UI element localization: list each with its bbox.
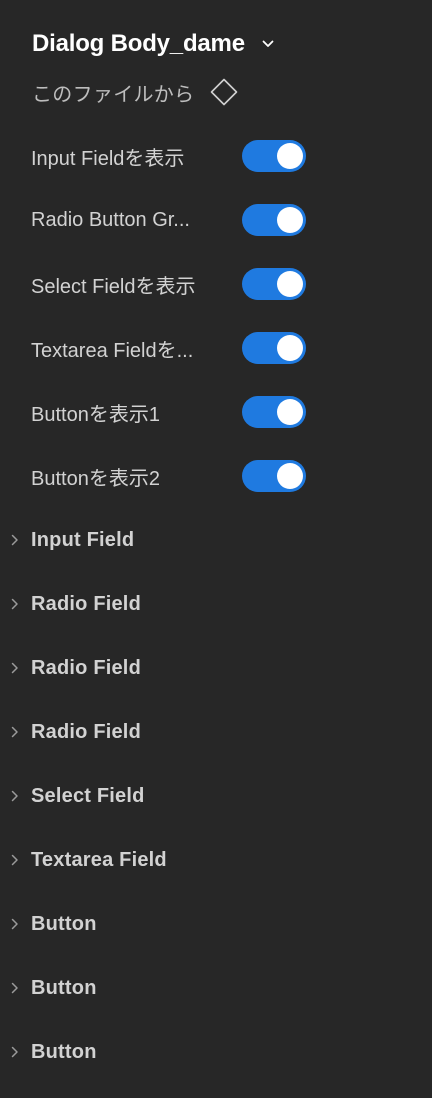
property-toggle[interactable] [242, 268, 306, 300]
property-toggle[interactable] [242, 396, 306, 428]
layer-label: Radio Field [31, 656, 141, 679]
toggle-knob [277, 335, 303, 361]
property-row: Radio Button Gr... [31, 204, 321, 236]
component-title[interactable]: Dialog Body_dame [32, 30, 245, 58]
layer-label: Button [31, 1040, 97, 1063]
chevron-right-icon[interactable] [8, 916, 22, 932]
layer-row-radio-field[interactable]: Radio Field [0, 586, 432, 622]
property-toggle[interactable] [242, 140, 306, 172]
layer-row-button[interactable]: Button [0, 970, 432, 1006]
component-source-row: このファイルから [32, 76, 240, 108]
property-label: Radio Button Gr... [31, 208, 190, 231]
layer-label: Textarea Field [31, 848, 167, 871]
property-label: Textarea Fieldを... [31, 339, 194, 362]
layer-row-radio-field[interactable]: Radio Field [0, 714, 432, 750]
layer-label: Button [31, 976, 97, 999]
chevron-right-icon[interactable] [8, 1044, 22, 1060]
chevron-right-icon[interactable] [8, 788, 22, 804]
layer-label: Radio Field [31, 592, 141, 615]
chevron-right-icon[interactable] [8, 596, 22, 612]
component-properties-panel: Dialog Body_dame このファイルから Input Fieldを表示… [0, 0, 432, 1098]
toggle-knob [277, 143, 303, 169]
property-label: Input Fieldを表示 [31, 147, 185, 170]
layer-row-input-field[interactable]: Input Field [0, 522, 432, 558]
toggle-knob [277, 207, 303, 233]
layer-row-textarea-field[interactable]: Textarea Field [0, 842, 432, 878]
chevron-right-icon[interactable] [8, 852, 22, 868]
layer-row-button[interactable]: Button [0, 906, 432, 942]
layer-label: Input Field [31, 528, 135, 551]
property-toggle[interactable] [242, 460, 306, 492]
property-label: Buttonを表示1 [31, 403, 160, 426]
property-row: Select Fieldを表示 [31, 268, 321, 300]
toggle-knob [277, 399, 303, 425]
chevron-right-icon[interactable] [8, 532, 22, 548]
layer-label: Button [31, 912, 97, 935]
layer-row-select-field[interactable]: Select Field [0, 778, 432, 814]
component-header[interactable]: Dialog Body_dame [32, 27, 277, 61]
layer-row-radio-field[interactable]: Radio Field [0, 650, 432, 686]
property-label: Buttonを表示2 [31, 467, 160, 490]
component-diamond-icon[interactable] [208, 76, 240, 108]
chevron-right-icon[interactable] [8, 724, 22, 740]
toggle-knob [277, 463, 303, 489]
property-toggle[interactable] [242, 332, 306, 364]
toggle-knob [277, 271, 303, 297]
property-row: Buttonを表示2 [31, 460, 321, 492]
property-toggle[interactable] [242, 204, 306, 236]
layer-label: Radio Field [31, 720, 141, 743]
chevron-right-icon[interactable] [8, 980, 22, 996]
layer-label: Select Field [31, 784, 145, 807]
property-row: Input Fieldを表示 [31, 140, 321, 172]
property-row: Buttonを表示1 [31, 396, 321, 428]
layer-row-button[interactable]: Button [0, 1034, 432, 1070]
source-label: このファイルから [32, 83, 195, 106]
chevron-right-icon[interactable] [8, 660, 22, 676]
property-label: Select Fieldを表示 [31, 275, 196, 298]
chevron-down-icon[interactable] [259, 35, 277, 53]
property-row: Textarea Fieldを... [31, 332, 321, 364]
